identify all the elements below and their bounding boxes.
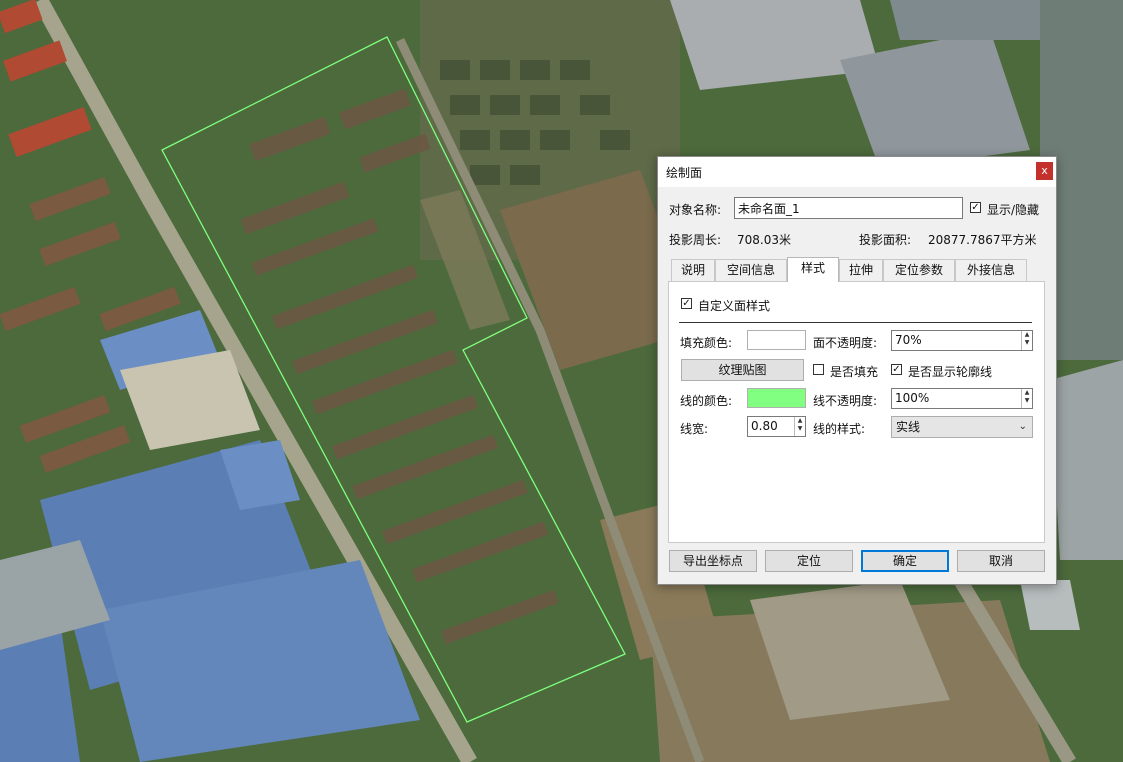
fill-opacity-spinbox[interactable]: 70% ▲ ▼: [891, 330, 1033, 351]
line-width-spinner[interactable]: ▲ ▼: [794, 417, 805, 436]
fill-opacity-label: 面不透明度:: [813, 336, 878, 350]
dialog-titlebar[interactable]: 绘制面 x: [658, 157, 1056, 187]
show-outline-label: 是否显示轮廓线: [908, 365, 993, 379]
tab-spatial-info[interactable]: 空间信息: [715, 259, 787, 281]
tab-description[interactable]: 说明: [671, 259, 715, 281]
fill-opacity-spinner[interactable]: ▲ ▼: [1021, 331, 1032, 350]
custom-style-label: 自定义面样式: [698, 299, 771, 313]
tab-position-params[interactable]: 定位参数: [883, 259, 955, 281]
line-opacity-label: 线不透明度:: [813, 394, 878, 408]
line-width-label: 线宽:: [680, 422, 709, 436]
custom-style-checkbox[interactable]: ✓: [681, 298, 692, 309]
fill-color-label: 填充颜色:: [680, 336, 733, 350]
show-hide-label: 显示/隐藏: [987, 203, 1040, 217]
chevron-down-icon: ⌄: [1018, 421, 1027, 432]
tab-external-info[interactable]: 外接信息: [955, 259, 1027, 281]
line-opacity-spinner[interactable]: ▲ ▼: [1021, 389, 1032, 408]
show-outline-checkbox[interactable]: ✓: [891, 364, 902, 375]
tab-style[interactable]: 样式: [787, 257, 839, 282]
line-style-label: 线的样式:: [813, 422, 866, 436]
locate-button[interactable]: 定位: [765, 550, 853, 572]
show-hide-checkbox[interactable]: ✓: [970, 202, 981, 213]
perimeter-label: 投影周长:: [669, 233, 722, 247]
fill-checkbox-label: 是否填充: [830, 365, 879, 379]
perimeter-value: 708.03米: [737, 233, 791, 247]
object-name-label: 对象名称:: [669, 203, 722, 217]
object-name-input[interactable]: [734, 197, 963, 219]
fill-checkbox[interactable]: [813, 364, 824, 375]
close-button[interactable]: x: [1036, 162, 1053, 180]
texture-map-button[interactable]: 纹理贴图: [681, 359, 804, 381]
area-label: 投影面积:: [859, 233, 912, 247]
dialog-title: 绘制面: [666, 166, 703, 180]
line-color-swatch[interactable]: [747, 388, 806, 408]
separator: [679, 322, 1032, 323]
ok-button[interactable]: 确定: [861, 550, 949, 572]
draw-polygon-dialog: 绘制面 x 对象名称: ✓ 显示/隐藏 投影周长: 708.03米 投影面积: …: [657, 156, 1057, 585]
tab-extrude[interactable]: 拉伸: [839, 259, 883, 281]
line-color-label: 线的颜色:: [680, 394, 733, 408]
cancel-button[interactable]: 取消: [957, 550, 1045, 572]
line-width-spinbox[interactable]: 0.80 ▲ ▼: [747, 416, 806, 437]
export-coordinates-button[interactable]: 导出坐标点: [669, 550, 757, 572]
area-value: 20877.7867平方米: [928, 233, 1037, 247]
line-opacity-value: 100%: [895, 391, 930, 405]
line-style-select[interactable]: 实线 ⌄: [891, 416, 1033, 438]
line-width-value: 0.80: [751, 419, 778, 433]
style-panel: ✓ 自定义面样式 填充颜色: 面不透明度: 70% ▲ ▼ 纹理贴图 是否填充 ✓…: [668, 281, 1045, 543]
fill-color-swatch[interactable]: [747, 330, 806, 350]
fill-opacity-value: 70%: [895, 333, 922, 347]
line-opacity-spinbox[interactable]: 100% ▲ ▼: [891, 388, 1033, 409]
line-style-value: 实线: [896, 420, 921, 434]
